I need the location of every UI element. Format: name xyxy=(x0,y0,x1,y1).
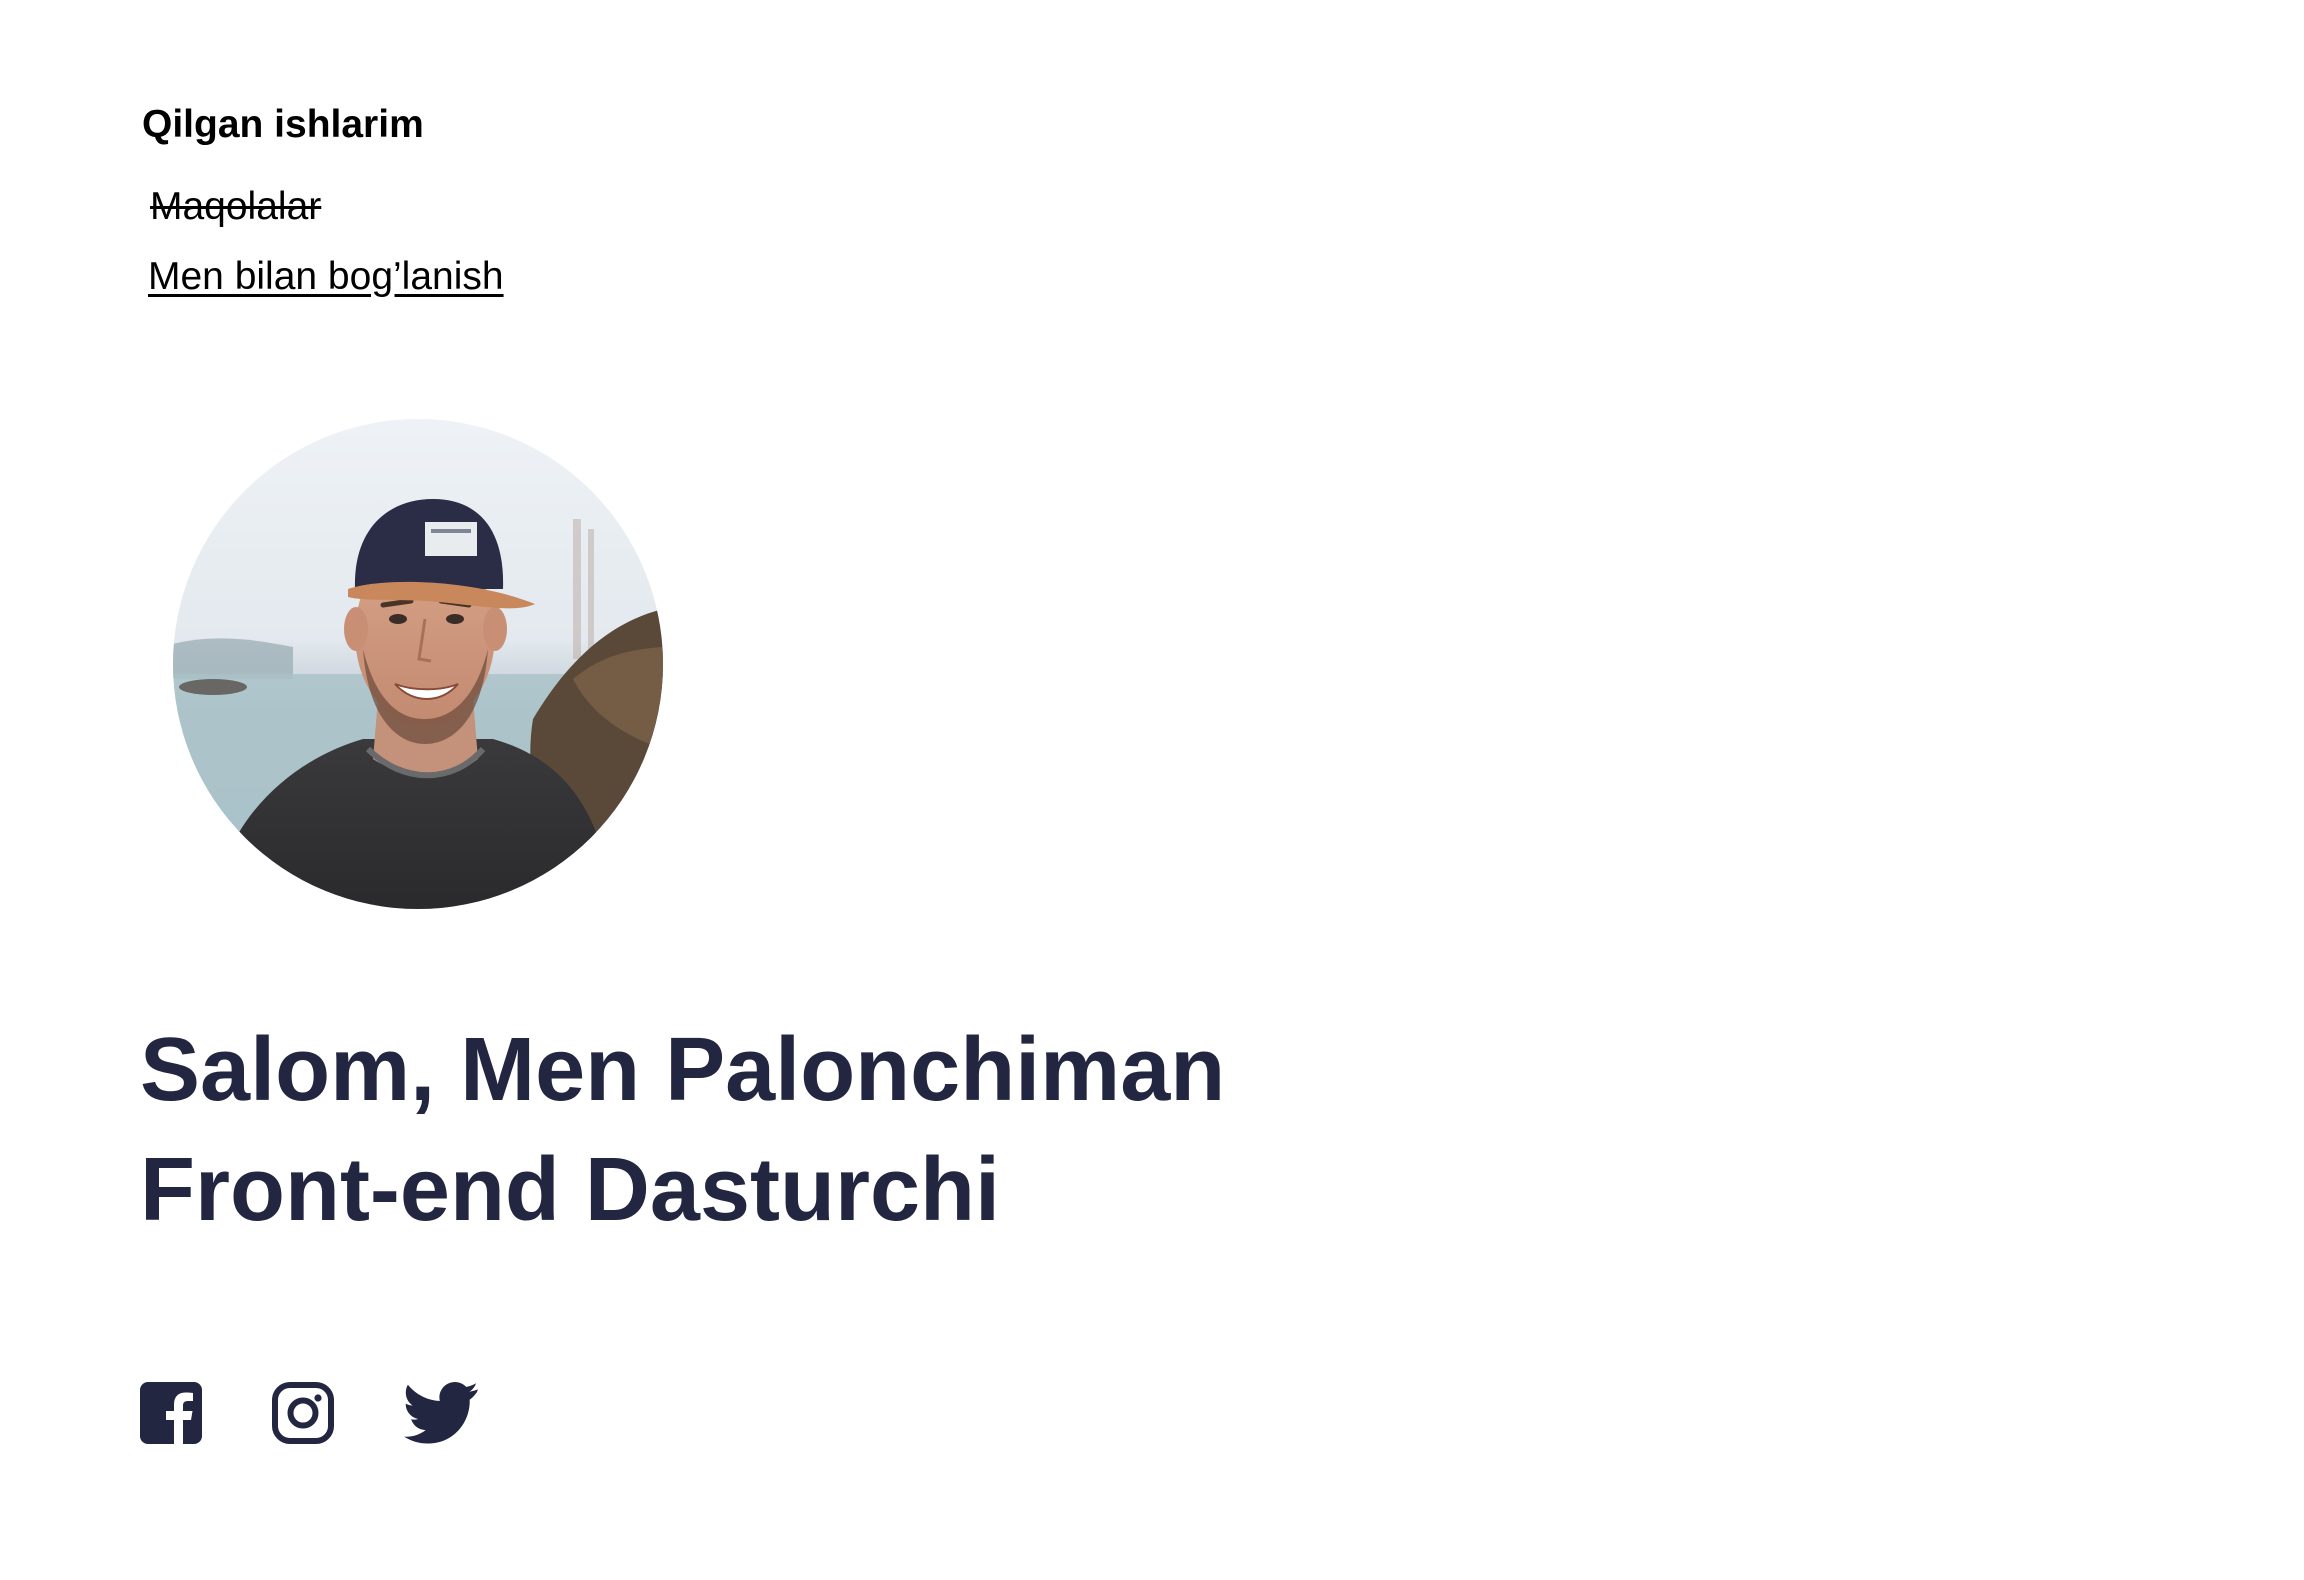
facebook-icon xyxy=(140,1382,202,1444)
instagram-icon xyxy=(272,1382,334,1444)
facebook-link[interactable] xyxy=(140,1382,202,1444)
main-nav: Qilgan ishlarim Maqolalar Men bilan bog’… xyxy=(142,100,504,302)
twitter-link[interactable] xyxy=(404,1382,478,1444)
nav-link-contact[interactable]: Men bilan bog’lanish xyxy=(142,252,504,302)
hero-line-2: Front-end Dasturchi xyxy=(140,1140,1001,1240)
hero-line-1: Salom, Men Palonchiman xyxy=(140,1020,1226,1120)
nav-link-articles[interactable]: Maqolalar xyxy=(142,182,504,232)
profile-photo xyxy=(173,419,663,909)
hero-heading: Salom, Men Palonchiman Front-end Dasturc… xyxy=(140,1010,1225,1250)
nav-link-projects[interactable]: Qilgan ishlarim xyxy=(142,100,504,150)
social-links xyxy=(140,1382,548,1444)
twitter-icon xyxy=(404,1382,478,1444)
instagram-link[interactable] xyxy=(272,1382,334,1444)
profile-avatar xyxy=(173,419,663,909)
